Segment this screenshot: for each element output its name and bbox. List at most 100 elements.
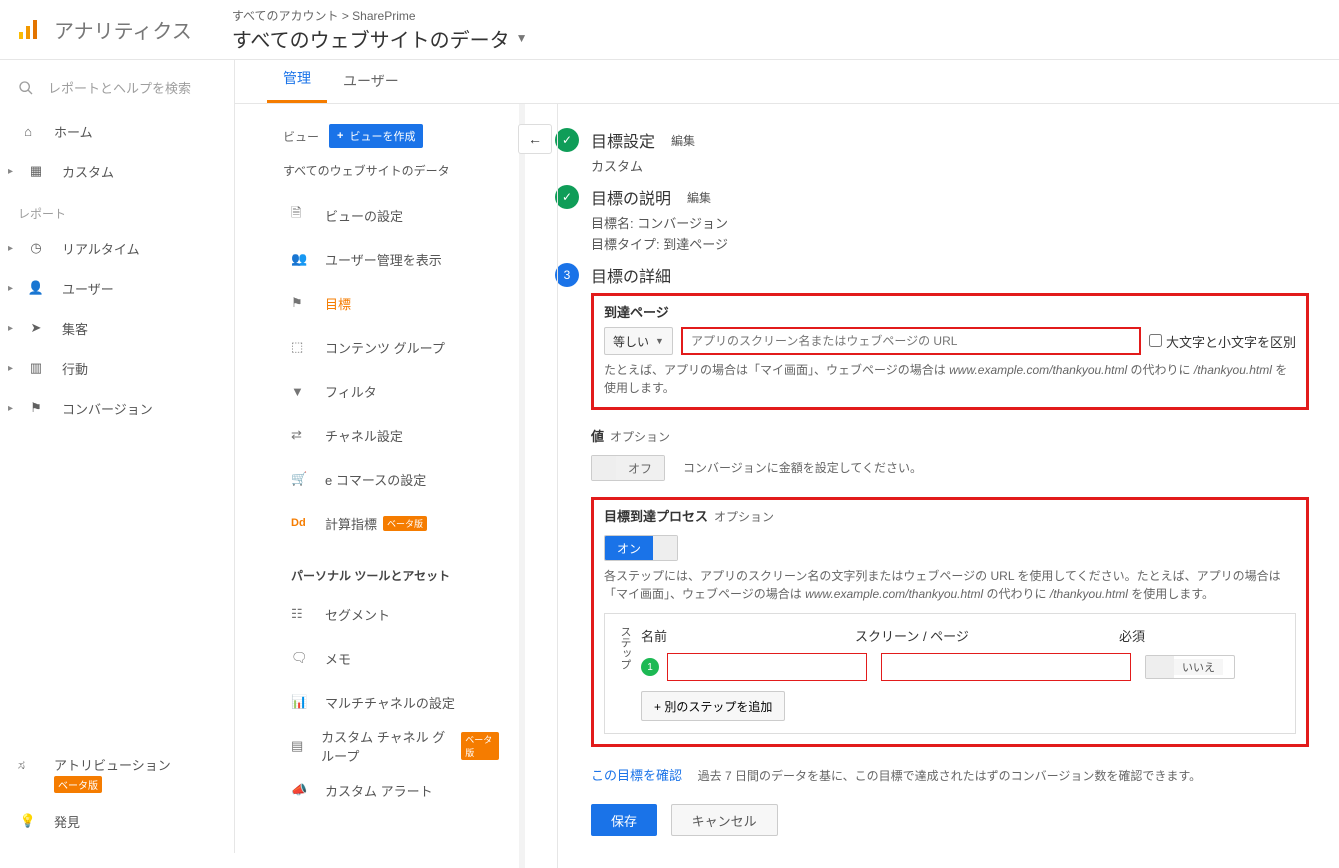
destination-section-highlight: 到達ページ 等しい ▼ 大文字と小文字を区別 たとえば、アプリの場合は「マイ画面」… <box>591 293 1309 410</box>
funnel-help: 各ステップには、アプリのスクリーン名の文字列またはウェブページの URL を使用… <box>604 567 1296 603</box>
toggle-off-label: オフ <box>616 456 664 480</box>
collapse-admin-panel-button[interactable]: ← <box>518 124 552 154</box>
funnel-toggle[interactable]: オン <box>604 535 678 561</box>
admin-view-settings[interactable]: 🗎ビューの設定 <box>235 193 515 237</box>
admin-section-personal: パーソナル ツールとアセット <box>235 545 515 592</box>
nav-home[interactable]: ⌂ホーム <box>0 111 234 151</box>
memo-icon: 🗨 <box>291 650 313 666</box>
admin-multichannel[interactable]: 📊マルチチャネルの設定 <box>235 680 515 724</box>
value-label: 値 <box>591 426 604 445</box>
toggle-knob <box>1146 656 1174 678</box>
admin-custom-channel[interactable]: ▤カスタム チャネル グループベータ版 <box>235 724 515 768</box>
segment-icon: ☷ <box>291 606 313 622</box>
admin-goals[interactable]: ⚑目標 <box>235 281 515 325</box>
nav-discover-label: 発見 <box>54 812 80 831</box>
panel-divider <box>557 104 558 868</box>
admin-ecommerce[interactable]: 🛒e コマースの設定 <box>235 457 515 501</box>
value-help: コンバージョンに金額を設定してください。 <box>683 459 922 477</box>
chevron-right-icon: ▸ <box>8 403 18 414</box>
toggle-no-label: いいえ <box>1174 659 1223 675</box>
toggle-knob <box>592 456 616 480</box>
clock-icon: ◷ <box>26 240 46 256</box>
nav-discover[interactable]: 💡発見 <box>0 801 234 841</box>
step-screen-input[interactable] <box>881 653 1131 681</box>
group-icon: ⬚ <box>291 339 313 355</box>
nav-attribution[interactable]: ಸ アトリビューション ベータ版 <box>0 747 234 801</box>
case-sensitive-checkbox[interactable] <box>1149 334 1162 347</box>
save-button[interactable]: 保存 <box>591 804 657 836</box>
attribution-icon: ಸ <box>18 757 38 773</box>
step2-goal-type: 目標タイプ: 到達ページ <box>591 234 1309 253</box>
admin-side-panel: ビュー ビューを作成 すべてのウェブサイトのデータ 🗎ビューの設定 👥ユーザー管… <box>235 104 515 868</box>
admin-custom-alert-label: カスタム アラート <box>325 781 433 800</box>
admin-custom-alert[interactable]: 📣 カスタム アラート <box>235 768 515 812</box>
tab-admin[interactable]: 管理 <box>267 56 327 103</box>
view-switcher[interactable]: すべてのアカウント > SharePrime すべてのウェブサイトのデータ ▼ <box>232 7 528 53</box>
step3-badge: 3 <box>555 263 579 287</box>
behavior-icon: ▥ <box>26 360 46 376</box>
document-icon: 🗎 <box>291 204 313 226</box>
create-view-button[interactable]: ビューを作成 <box>329 124 423 148</box>
check-icon: ✓ <box>555 128 579 152</box>
cancel-button[interactable]: キャンセル <box>671 804 778 836</box>
case-sensitive-label: 大文字と小文字を区別 <box>1166 335 1296 350</box>
nav-realtime-label: リアルタイム <box>62 239 140 258</box>
goal-editor: ✓ 目標設定編集 カスタム ✓ 目標の説明編集 目標名: コンバージョン 目標タ… <box>525 104 1339 868</box>
flag-icon: ⚑ <box>26 400 46 416</box>
step3-title: 目標の詳細 <box>591 263 671 287</box>
admin-channel[interactable]: ⇄チャネル設定 <box>235 413 515 457</box>
match-type-value: 等しい <box>613 333 649 350</box>
admin-user-mgmt-label: ユーザー管理を表示 <box>325 250 442 269</box>
breadcrumb-main: すべてのウェブサイトのデータ ▼ <box>232 24 528 53</box>
admin-content-group[interactable]: ⬚コンテンツ グループ <box>235 325 515 369</box>
megaphone-icon: 📣 <box>291 782 313 798</box>
stack-icon: ▤ <box>291 738 309 754</box>
value-toggle[interactable]: オフ <box>591 455 665 481</box>
beta-badge: ベータ版 <box>461 732 499 760</box>
nav-custom[interactable]: ▸▦カスタム <box>0 151 234 191</box>
nav-conversion-label: コンバージョン <box>62 399 153 418</box>
nav-realtime[interactable]: ▸◷リアルタイム <box>0 228 234 268</box>
breadcrumb-main-text: すべてのウェブサイトのデータ <box>232 24 510 53</box>
admin-segment[interactable]: ☷セグメント <box>235 592 515 636</box>
nav-attribution-label: アトリビューション <box>54 755 171 774</box>
nav-conversion[interactable]: ▸ ⚑ コンバージョン <box>0 388 234 428</box>
admin-calc-metric-label: 計算指標 <box>325 514 377 533</box>
nav-user[interactable]: ▸👤ユーザー <box>0 268 234 308</box>
admin-memo[interactable]: 🗨メモ <box>235 636 515 680</box>
top-bar: アナリティクス すべてのアカウント > SharePrime すべてのウェブサイ… <box>0 0 1339 60</box>
match-type-select[interactable]: 等しい ▼ <box>604 327 673 355</box>
step-name-input[interactable] <box>667 653 867 681</box>
search-input[interactable]: レポートとヘルプを検索 <box>0 72 234 111</box>
home-icon: ⌂ <box>18 124 38 139</box>
tab-users[interactable]: ユーザー <box>327 59 415 103</box>
col-required-header: 必須 <box>1119 626 1209 645</box>
case-sensitive-option[interactable]: 大文字と小文字を区別 <box>1149 332 1296 351</box>
admin-filter[interactable]: ▼フィルタ <box>235 369 515 413</box>
caret-down-icon: ▼ <box>655 336 664 346</box>
brand-label: アナリティクス <box>54 15 192 44</box>
admin-filter-label: フィルタ <box>325 382 377 401</box>
admin-ecommerce-label: e コマースの設定 <box>325 470 426 489</box>
view-label: ビュー <box>283 128 319 145</box>
toggle-on-label: オン <box>605 536 653 560</box>
add-step-button[interactable]: + 別のステップを追加 <box>641 691 785 721</box>
funnel-steps-box: ステップ 名前 スクリーン / ページ 必須 1 <box>604 613 1296 734</box>
verify-goal-link[interactable]: この目標を確認 <box>591 768 682 783</box>
nav-acquisition-label: 集客 <box>62 319 88 338</box>
custom-icon: ▦ <box>26 163 46 179</box>
admin-user-mgmt[interactable]: 👥ユーザー管理を表示 <box>235 237 515 281</box>
nav-behavior[interactable]: ▸▥行動 <box>0 348 234 388</box>
breadcrumb-small: すべてのアカウント > SharePrime <box>232 7 528 24</box>
destination-label: 到達ページ <box>604 302 669 321</box>
search-placeholder: レポートとヘルプを検索 <box>48 78 191 97</box>
nav-user-label: ユーザー <box>62 279 114 298</box>
step1-edit-link[interactable]: 編集 <box>671 132 695 149</box>
nav-acquisition[interactable]: ▸➤集客 <box>0 308 234 348</box>
current-view-name[interactable]: すべてのウェブサイトのデータ <box>235 148 515 193</box>
destination-help: たとえば、アプリの場合は「マイ画面」、ウェブページの場合は www.exampl… <box>604 361 1296 397</box>
admin-calc-metric[interactable]: Dd計算指標ベータ版 <box>235 501 515 545</box>
step-required-toggle[interactable]: いいえ <box>1145 655 1235 679</box>
step2-edit-link[interactable]: 編集 <box>687 189 711 206</box>
destination-url-input[interactable] <box>681 327 1141 355</box>
